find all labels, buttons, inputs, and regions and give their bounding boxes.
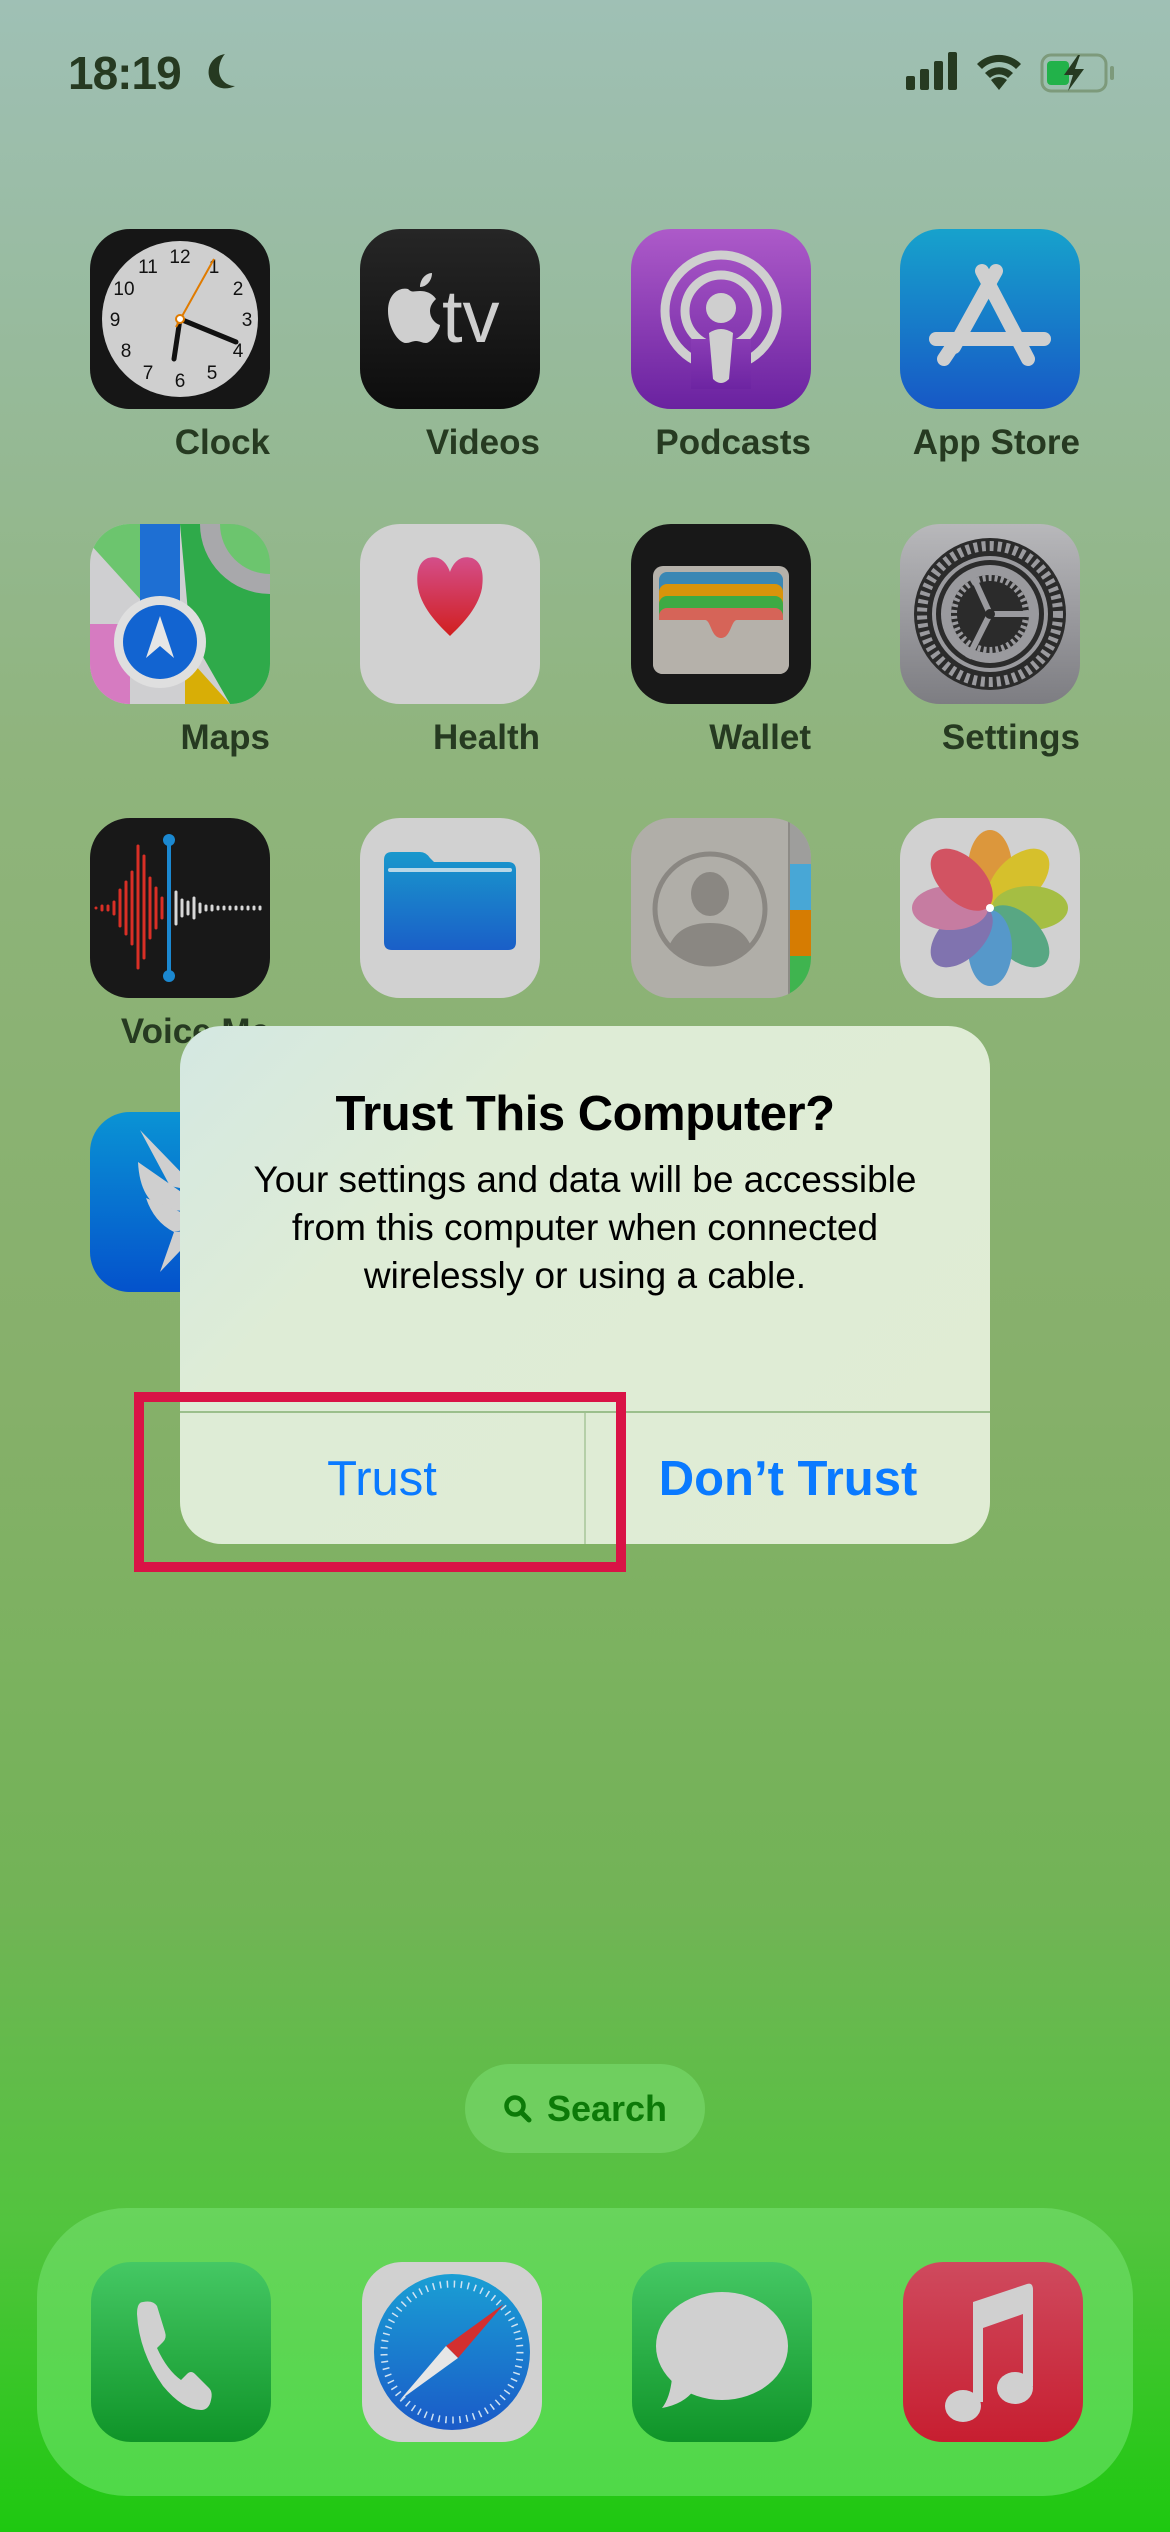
dialog-title: Trust This Computer? — [335, 1087, 835, 1141]
app-label: Wallet — [709, 718, 811, 757]
contacts-icon — [631, 818, 811, 998]
search-label: Search — [546, 2087, 668, 2129]
wallet-icon — [631, 524, 811, 704]
svg-text:7: 7 — [143, 363, 154, 384]
app-maps[interactable]: Maps — [90, 524, 270, 758]
status-bar: 18:19 — [0, 0, 1170, 150]
battery-charging-icon — [1040, 53, 1114, 93]
safari-icon — [374, 2274, 530, 2430]
app-photos[interactable] — [900, 818, 1080, 1012]
app-label: Clock — [174, 423, 270, 462]
svg-text:10: 10 — [113, 279, 134, 300]
clock-icon: 12 1 2 345 678 9 10 11 — [90, 229, 270, 409]
app-label: Health — [433, 718, 540, 757]
app-videos[interactable]: tv Videos — [360, 229, 540, 463]
voice-memos-icon — [90, 818, 270, 998]
dock-app-music[interactable] — [903, 2262, 1083, 2442]
wifi-icon — [977, 54, 1021, 90]
search-button[interactable]: Search — [465, 2064, 705, 2153]
app-label: Podcasts — [655, 423, 811, 462]
svg-text:5: 5 — [207, 363, 218, 384]
svg-text:8: 8 — [121, 341, 132, 362]
app-label: Maps — [180, 718, 270, 757]
svg-text:2: 2 — [233, 279, 244, 300]
svg-text:9: 9 — [110, 310, 121, 331]
photos-icon — [900, 818, 1080, 998]
app-label: Videos — [425, 423, 540, 462]
app-settings[interactable]: Settings — [900, 524, 1080, 758]
app-files[interactable] — [360, 818, 540, 1012]
apple-tv-icon: tv — [360, 229, 540, 409]
podcasts-icon — [631, 229, 811, 409]
svg-text:tv: tv — [442, 275, 500, 358]
health-icon — [360, 524, 540, 704]
app-voice-memos[interactable]: Voice Me — [90, 818, 270, 1052]
music-icon — [945, 2283, 1033, 2422]
messages-icon — [656, 2292, 788, 2408]
phone-icon — [137, 2301, 212, 2410]
app-app-store[interactable]: App Store — [900, 229, 1080, 463]
trust-button[interactable]: Trust — [180, 1413, 584, 1544]
svg-text:11: 11 — [138, 257, 158, 278]
app-wallet[interactable]: Wallet — [631, 524, 811, 758]
app-store-icon — [900, 229, 1080, 409]
dock — [37, 2208, 1133, 2496]
search-icon — [504, 2094, 532, 2122]
dock-app-phone[interactable] — [91, 2262, 271, 2442]
app-label: Settings — [941, 718, 1080, 757]
app-podcasts[interactable]: Podcasts — [631, 229, 811, 463]
app-health[interactable]: Health — [360, 524, 540, 758]
cellular-signal-icon — [906, 52, 957, 90]
maps-icon — [90, 524, 270, 704]
app-label: App Store — [912, 423, 1080, 462]
dock-app-safari[interactable] — [362, 2262, 542, 2442]
svg-text:12: 12 — [169, 247, 190, 268]
app-clock[interactable]: 12 1 2 345 678 9 10 11 Clock — [90, 229, 270, 463]
status-time: 18:19 — [68, 47, 182, 99]
trust-computer-dialog: Trust This Computer? Your settings and d… — [180, 1026, 990, 1544]
moon-icon — [208, 54, 235, 89]
dock-app-messages[interactable] — [632, 2262, 812, 2442]
app-contacts[interactable] — [631, 818, 811, 1012]
dialog-message: Your settings and data will be accessibl… — [253, 1159, 917, 1296]
settings-icon — [900, 524, 1080, 704]
files-icon — [360, 818, 540, 998]
svg-text:6: 6 — [175, 371, 186, 392]
svg-text:4: 4 — [233, 341, 244, 362]
dont-trust-button[interactable]: Don’t Trust — [586, 1413, 990, 1544]
svg-text:3: 3 — [242, 310, 253, 331]
